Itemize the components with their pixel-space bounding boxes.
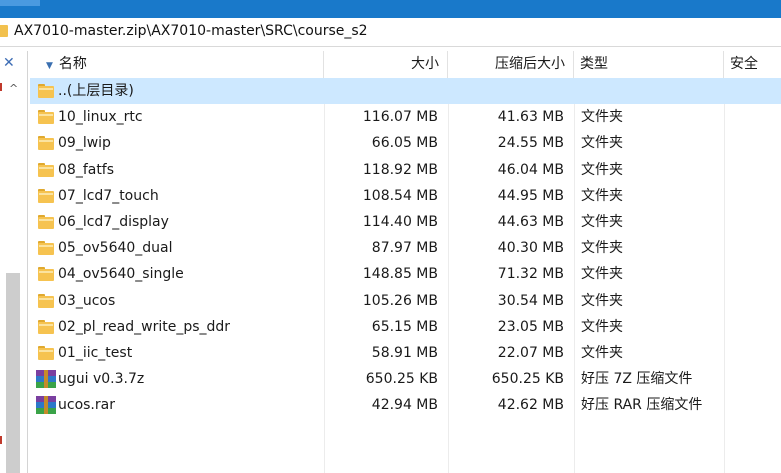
folder-icon	[38, 162, 54, 177]
column-size[interactable]: 大小	[324, 51, 448, 78]
file-compressed-size: 40.30 MB	[497, 240, 564, 257]
file-type: 文件夹	[581, 109, 623, 126]
file-type: 文件夹	[581, 135, 623, 152]
file-type: 文件夹	[581, 292, 623, 309]
file-type: 好压 RAR 压缩文件	[581, 397, 703, 414]
file-size: 105.26 MB	[362, 292, 438, 309]
file-name: ucos.rar	[58, 397, 115, 414]
archive-icon	[36, 370, 56, 389]
folder-icon	[38, 188, 54, 203]
folder-icon	[38, 346, 54, 360]
file-type: 文件夹	[581, 345, 623, 361]
file-type: 文件夹	[581, 161, 623, 178]
edge-marker	[0, 83, 2, 91]
file-type: 好压 7Z 压缩文件	[581, 371, 693, 388]
file-size	[348, 78, 438, 104]
file-name: ..(上层目录)	[58, 83, 134, 99]
folder-icon	[38, 267, 54, 282]
folder-icon	[0, 25, 8, 37]
file-compressed-size: 650.25 KB	[491, 371, 564, 388]
file-name: 02_pl_read_write_ps_ddr	[58, 318, 231, 335]
file-name: ugui v0.3.7z	[58, 371, 145, 388]
file-compressed-size: 22.07 MB	[497, 345, 564, 361]
file-size: 65.15 MB	[371, 318, 438, 335]
table-row[interactable]: 01_iic_test 58.91 MB 22.07 MB 文件夹	[30, 340, 781, 366]
file-size: 66.05 MB	[371, 135, 438, 152]
table-row[interactable]: ucos.rar 42.94 MB 42.62 MB 好压 RAR 压缩文件	[30, 392, 781, 418]
table-row[interactable]: 04_ov5640_single 148.85 MB 71.32 MB 文件夹	[30, 261, 781, 287]
file-size: 114.40 MB	[362, 214, 438, 230]
file-size: 108.54 MB	[362, 187, 438, 204]
file-size: 58.91 MB	[371, 345, 438, 361]
file-compressed-size: 44.95 MB	[497, 187, 564, 204]
file-name: 07_lcd7_touch	[58, 187, 159, 204]
file-compressed-size: 23.05 MB	[497, 318, 564, 335]
column-compressed-size[interactable]: 压缩后大小	[448, 51, 574, 78]
table-row[interactable]: 03_ucos 105.26 MB 30.54 MB 文件夹	[30, 288, 781, 314]
table-row[interactable]: 02_pl_read_write_ps_ddr 65.15 MB 23.05 MB 文…	[30, 314, 781, 340]
file-size: 87.97 MB	[371, 240, 438, 257]
folder-icon	[38, 215, 54, 229]
folder-icon	[38, 110, 54, 125]
file-type: 文件夹	[581, 240, 623, 257]
table-row[interactable]: 09_lwip 66.05 MB 24.55 MB 文件夹	[30, 130, 781, 156]
table-row[interactable]: 06_lcd7_display 114.40 MB 44.63 MB 文件夹	[30, 209, 781, 235]
file-name: 04_ov5640_single	[58, 266, 184, 283]
address-path: AX7010-master.zip\AX7010-master\SRC\cour…	[14, 23, 368, 39]
chevron-up-icon[interactable]: ^	[9, 82, 18, 95]
column-type[interactable]: 类型	[574, 51, 724, 78]
file-name: 06_lcd7_display	[58, 214, 169, 230]
column-security[interactable]: 安全	[724, 51, 781, 78]
file-name: 08_fatfs	[58, 161, 115, 178]
file-compressed-size: 42.62 MB	[497, 397, 564, 414]
file-name: 01_iic_test	[58, 345, 133, 361]
ribbon-tab-3[interactable]	[190, 0, 230, 6]
ribbon-bar	[0, 0, 781, 18]
file-compressed-size: 24.55 MB	[497, 135, 564, 152]
ribbon-tab-2[interactable]	[100, 0, 140, 6]
file-compressed-size: 30.54 MB	[497, 292, 564, 309]
file-name: 05_ov5640_dual	[58, 240, 173, 257]
folder-icon	[38, 319, 54, 334]
scrollbar-thumb[interactable]	[6, 273, 20, 473]
folder-icon	[38, 84, 54, 98]
file-size: 42.94 MB	[371, 397, 438, 414]
ribbon-tab-1[interactable]	[0, 0, 40, 6]
close-icon[interactable]: ✕	[3, 55, 15, 71]
table-row[interactable]: 08_fatfs 118.92 MB 46.04 MB 文件夹	[30, 157, 781, 183]
folder-icon	[38, 241, 54, 256]
file-name: 09_lwip	[58, 135, 111, 152]
file-compressed-size	[448, 78, 564, 104]
file-type	[581, 78, 721, 104]
file-type: 文件夹	[581, 214, 623, 230]
file-size: 116.07 MB	[362, 109, 438, 126]
address-bar[interactable]: AX7010-master.zip\AX7010-master\SRC\cour…	[0, 18, 781, 47]
file-size: 118.92 MB	[362, 161, 438, 178]
file-type: 文件夹	[581, 187, 623, 204]
file-type: 文件夹	[581, 318, 623, 335]
folder-icon	[38, 293, 54, 308]
file-compressed-size: 41.63 MB	[497, 109, 564, 126]
file-compressed-size: 44.63 MB	[497, 214, 564, 230]
table-row[interactable]: 05_ov5640_dual 87.97 MB 40.30 MB 文件夹	[30, 235, 781, 261]
file-name: 10_linux_rtc	[58, 109, 143, 126]
file-size: 650.25 KB	[365, 371, 438, 388]
sort-arrow-icon: ▼	[46, 61, 53, 71]
column-header: ▼ 名称 大小 压缩后大小 类型 安全	[30, 51, 781, 79]
left-gutter: ✕ ^	[0, 51, 28, 473]
file-type: 文件夹	[581, 266, 623, 283]
table-row[interactable]: 07_lcd7_touch 108.54 MB 44.95 MB 文件夹	[30, 183, 781, 209]
edge-marker	[0, 436, 2, 444]
table-row[interactable]: ..(上层目录)	[30, 78, 781, 104]
column-name[interactable]: ▼ 名称	[30, 51, 324, 78]
file-compressed-size: 46.04 MB	[497, 161, 564, 178]
table-row[interactable]: ugui v0.3.7z 650.25 KB 650.25 KB 好压 7Z 压缩文件	[30, 366, 781, 392]
file-size: 148.85 MB	[362, 266, 438, 283]
ribbon-tab-4[interactable]	[275, 0, 315, 6]
table-row[interactable]: 10_linux_rtc 116.07 MB 41.63 MB 文件夹	[30, 104, 781, 130]
file-compressed-size: 71.32 MB	[497, 266, 564, 283]
folder-icon	[38, 136, 54, 151]
archive-icon	[36, 396, 56, 415]
file-name: 03_ucos	[58, 292, 116, 309]
